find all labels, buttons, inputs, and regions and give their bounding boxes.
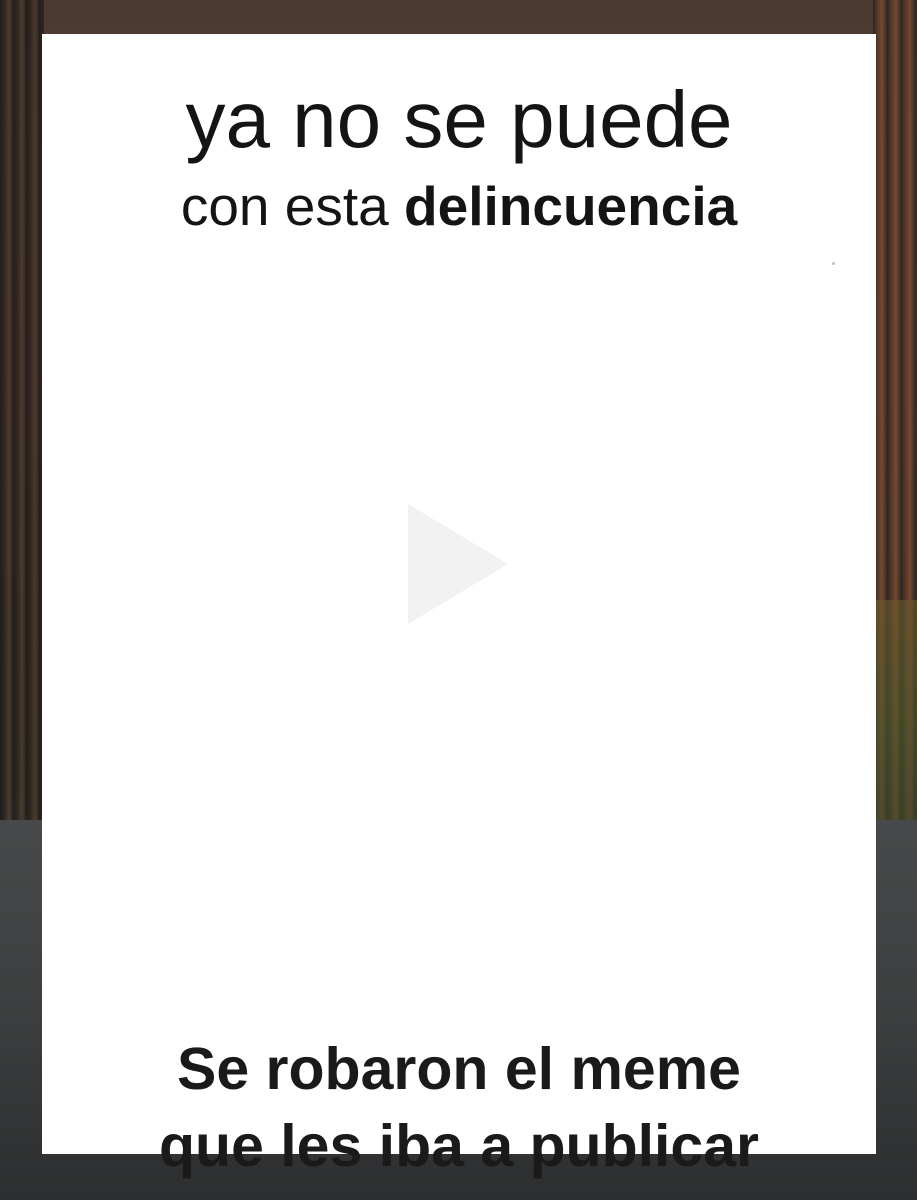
image-speck <box>832 262 835 265</box>
meme-top-text-line1: ya no se puede <box>185 75 733 164</box>
faded-play-icon <box>408 504 508 624</box>
meme-bottom-text-line1: Se robaron el meme <box>177 1036 741 1102</box>
meme-top-text-line2-bold: delincuencia <box>404 175 738 237</box>
meme-top-text-line2-regular: con esta <box>180 175 405 237</box>
background-trees-left <box>0 0 44 820</box>
meme-white-panel: ya no se puede con esta delincuencia Se … <box>42 34 876 1178</box>
background-foliage-right <box>873 600 917 840</box>
meme-top-text-line2: con esta delincuencia <box>42 176 876 236</box>
meme-bottom-text-line2: que les iba a publicar <box>158 1113 760 1179</box>
